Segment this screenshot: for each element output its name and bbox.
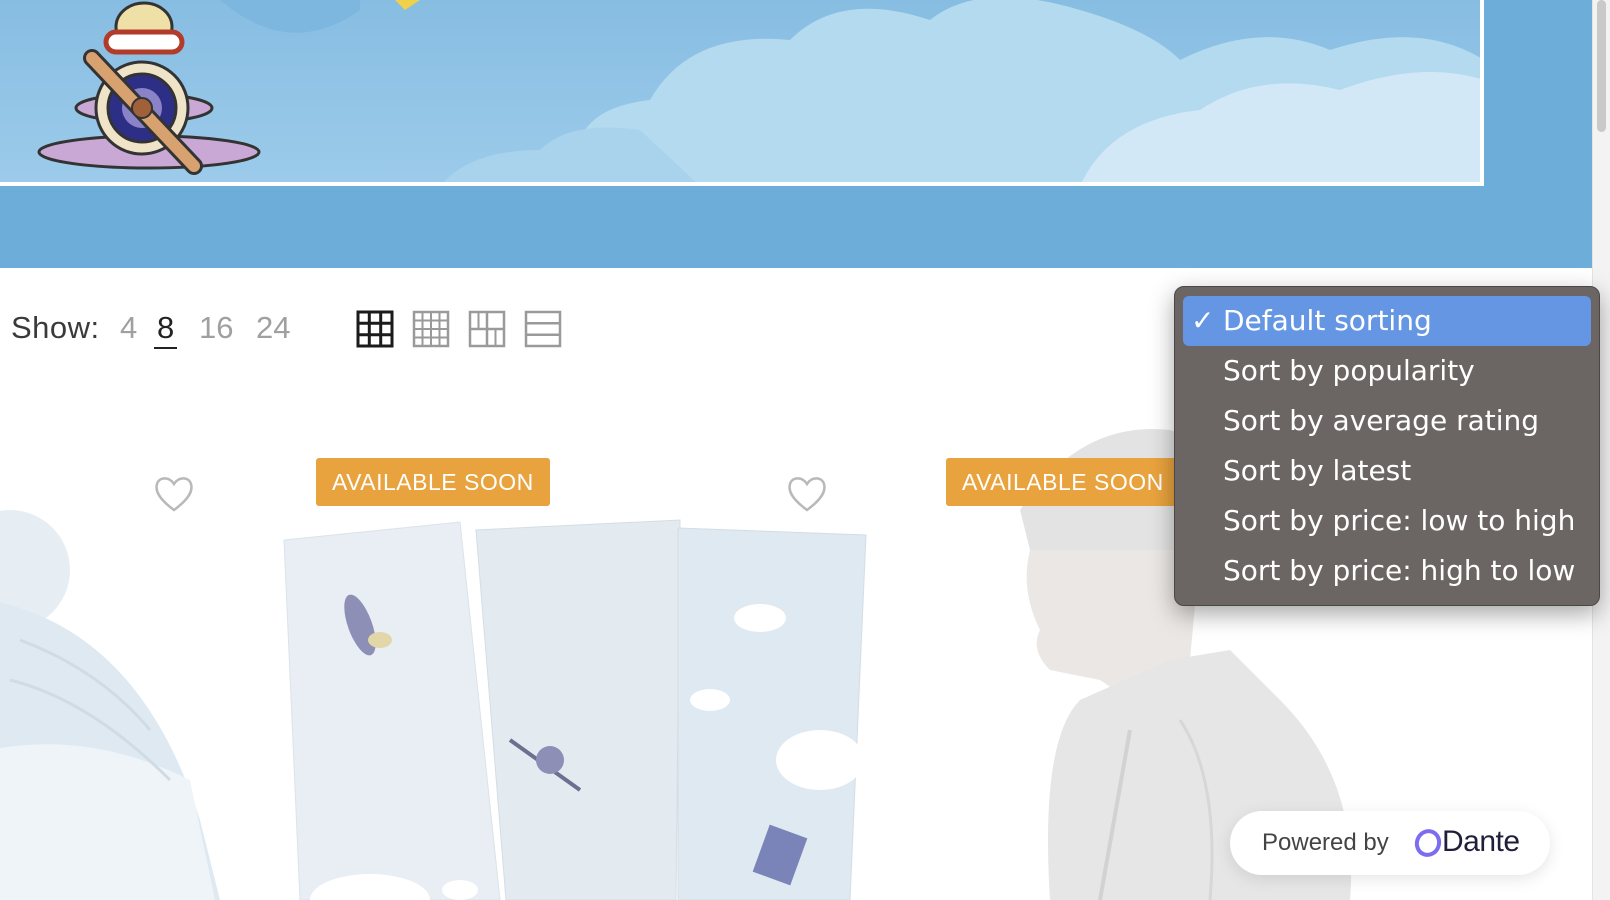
- sort-option-price-asc[interactable]: Sort by price: low to high: [1183, 496, 1591, 546]
- wishlist-heart-icon[interactable]: [153, 474, 195, 514]
- powered-by-label: Powered by: [1262, 829, 1389, 856]
- powered-by-widget[interactable]: Powered by Dante: [1230, 811, 1550, 875]
- sort-option-label: Sort by price: low to high: [1223, 504, 1576, 537]
- product-image: [0, 510, 220, 900]
- per-page-option-16[interactable]: 16: [199, 310, 233, 346]
- grid-5-icon[interactable]: [412, 310, 450, 348]
- grid-3-icon[interactable]: [468, 310, 506, 348]
- checkmark-icon: ✓: [1191, 304, 1215, 337]
- dante-logo-icon: [1414, 829, 1442, 857]
- hero-banner: [0, 0, 1592, 268]
- wishlist-heart-icon[interactable]: [786, 474, 828, 514]
- sort-option-label: Sort by price: high to low: [1223, 554, 1576, 587]
- shop-page: Show: 4 8 16 24 AVAILABLE SOON AVAILABLE…: [0, 0, 1610, 900]
- sort-option-popularity[interactable]: Sort by popularity: [1183, 346, 1591, 396]
- sort-option-default[interactable]: ✓ Default sorting: [1183, 296, 1591, 346]
- sort-option-price-desc[interactable]: Sort by price: high to low: [1183, 546, 1591, 596]
- sort-option-label: Sort by average rating: [1223, 404, 1540, 437]
- sort-option-label: Sort by latest: [1223, 454, 1412, 487]
- sort-option-rating[interactable]: Sort by average rating: [1183, 396, 1591, 446]
- grid-4-icon[interactable]: [356, 310, 394, 348]
- scrollbar-thumb[interactable]: [1597, 0, 1606, 132]
- sort-option-latest[interactable]: Sort by latest: [1183, 446, 1591, 496]
- sort-dropdown-menu[interactable]: ✓ Default sorting Sort by popularity Sor…: [1174, 286, 1600, 606]
- sort-option-label: Default sorting: [1223, 304, 1432, 337]
- hero-illustration: [0, 0, 1484, 186]
- product-card[interactable]: [0, 400, 300, 900]
- sort-option-label: Sort by popularity: [1223, 354, 1475, 387]
- show-label: Show:: [11, 310, 100, 345]
- per-page-option-4[interactable]: 4: [120, 310, 137, 346]
- list-icon[interactable]: [524, 310, 562, 348]
- available-soon-badge: AVAILABLE SOON: [946, 458, 1180, 506]
- available-soon-badge: AVAILABLE SOON: [316, 458, 550, 506]
- dante-brand-name: Dante: [1442, 825, 1520, 858]
- per-page-option-8[interactable]: 8: [154, 310, 178, 349]
- clouds-illustration: [37, 0, 1480, 182]
- per-page-option-24[interactable]: 24: [256, 310, 290, 346]
